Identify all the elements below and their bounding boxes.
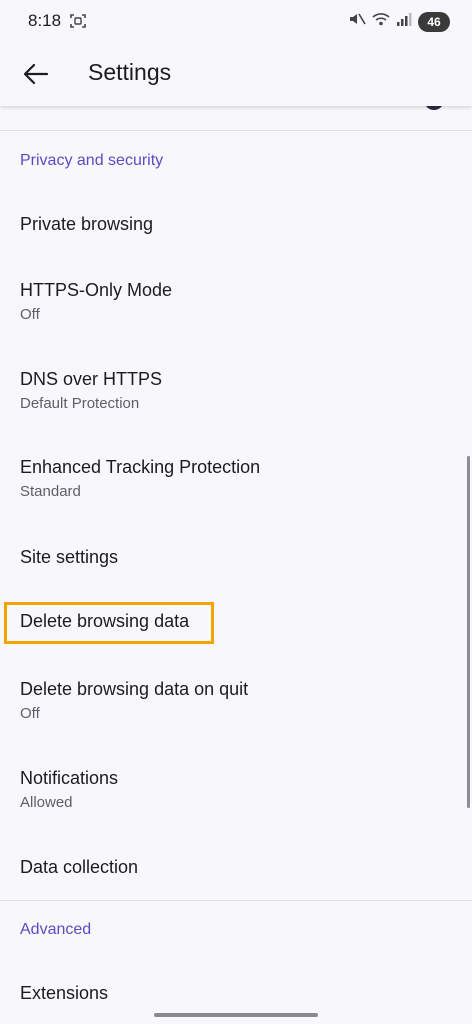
setting-site-settings[interactable]: Site settings	[0, 526, 460, 590]
scrollbar[interactable]	[467, 456, 470, 808]
divider	[0, 130, 472, 131]
battery-badge: 46	[418, 11, 450, 32]
setting-title: HTTPS-Only Mode	[20, 280, 173, 300]
setting-dns-over-https[interactable]: DNS over HTTPS Default Protection	[0, 348, 460, 436]
setting-https-only-mode[interactable]: HTTPS-Only Mode Off	[0, 258, 460, 348]
back-arrow-icon	[23, 63, 49, 85]
gesture-nav-bar[interactable]	[154, 1013, 318, 1017]
status-icons: 46	[348, 11, 450, 32]
setting-subtitle: Allowed	[20, 794, 73, 811]
setting-title: Enhanced Tracking Protection	[20, 457, 261, 477]
screenshot-icon	[70, 13, 86, 34]
setting-title: DNS over HTTPS	[20, 369, 163, 389]
section-header-privacy: Privacy and security	[20, 152, 164, 169]
setting-delete-browsing-data[interactable]: Delete browsing data	[0, 590, 460, 656]
setting-title: Extensions	[20, 983, 109, 1003]
status-time: 8:18	[28, 11, 62, 30]
page-title: Settings	[88, 59, 172, 85]
setting-subtitle: Standard	[20, 483, 81, 500]
wifi-icon	[372, 11, 390, 32]
screen: 8:18 46 Settings Privacy and security Pr…	[0, 0, 472, 1024]
setting-title: Delete browsing data on quit	[20, 679, 249, 699]
setting-title: Delete browsing data	[20, 611, 190, 631]
setting-private-browsing[interactable]: Private browsing	[0, 192, 460, 258]
setting-title: Private browsing	[20, 214, 154, 234]
setting-subtitle: Default Protection	[20, 395, 140, 412]
setting-title: Site settings	[20, 547, 119, 567]
app-bar: Settings	[0, 44, 472, 106]
settings-list: Privacy and security Private browsing HT…	[0, 106, 472, 1024]
setting-title: Notifications	[20, 768, 119, 788]
setting-subtitle: Off	[20, 705, 40, 722]
back-button[interactable]	[16, 54, 56, 94]
section-header-advanced: Advanced	[20, 921, 92, 938]
setting-notifications[interactable]: Notifications Allowed	[0, 746, 460, 836]
divider	[0, 900, 472, 901]
setting-enhanced-tracking-protection[interactable]: Enhanced Tracking Protection Standard	[0, 436, 460, 526]
setting-data-collection[interactable]: Data collection	[0, 836, 460, 900]
mute-icon	[348, 11, 366, 32]
signal-icon	[396, 12, 412, 31]
setting-delete-browsing-data-on-quit[interactable]: Delete browsing data on quit Off	[0, 656, 460, 746]
status-bar: 8:18 46	[0, 0, 472, 44]
setting-subtitle: Off	[20, 306, 40, 323]
setting-title: Data collection	[20, 857, 139, 877]
